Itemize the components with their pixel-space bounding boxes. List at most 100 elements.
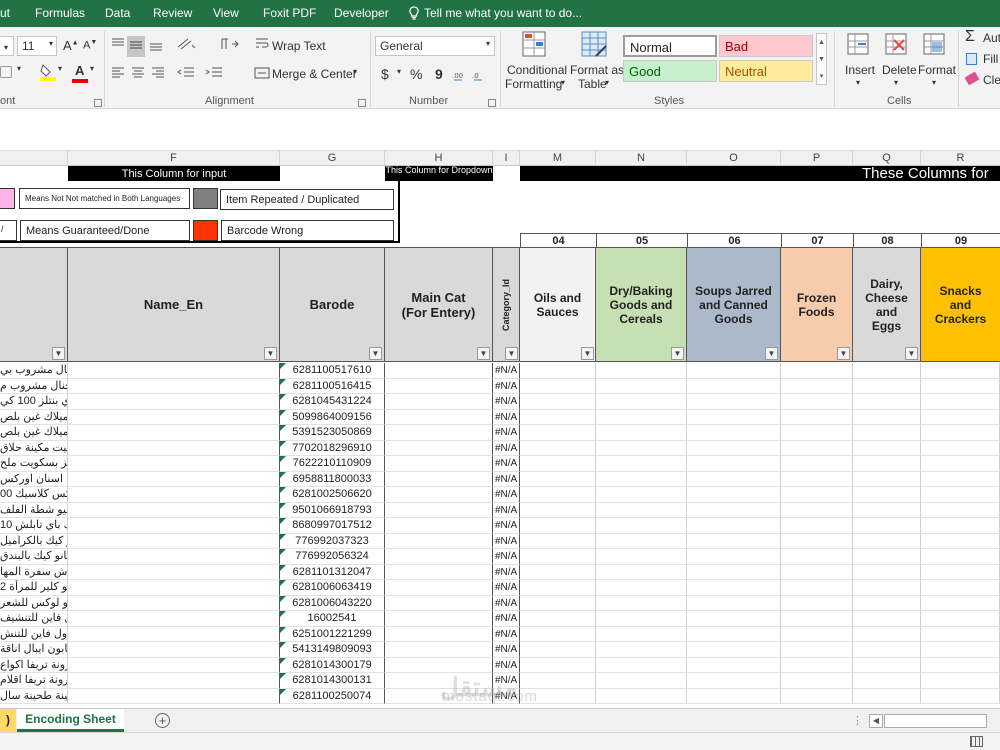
cell-name-en[interactable] [68, 564, 280, 580]
cell-main-cat[interactable] [385, 502, 493, 518]
cell-dairy[interactable] [853, 487, 921, 503]
filter-dropdown-icon[interactable]: ▼ [264, 347, 277, 360]
menu-view[interactable]: View [213, 6, 239, 20]
column-header-p[interactable]: P [781, 151, 853, 166]
font-color-icon[interactable]: A [72, 63, 88, 83]
orientation-icon[interactable] [176, 35, 198, 54]
cell-main-cat[interactable] [385, 595, 493, 611]
percent-button[interactable]: % [410, 66, 422, 82]
cell-name-ar[interactable]: ديليسيو شطة الفلف [0, 502, 68, 518]
cell-barcode[interactable]: 6281045431224 [280, 394, 385, 410]
cell-name-en[interactable] [68, 611, 280, 627]
cell-barcode[interactable]: 6281100517610 [280, 363, 385, 379]
cell-snacks[interactable] [921, 409, 1000, 425]
align-top-icon[interactable] [110, 36, 126, 55]
menu-layout[interactable]: ut [0, 6, 10, 20]
cell-oils[interactable] [520, 471, 596, 487]
cell-dry[interactable] [596, 611, 687, 627]
cell-frozen[interactable] [781, 409, 853, 425]
cell-category-id[interactable]: #N/A [493, 471, 520, 487]
cell-dry[interactable] [596, 688, 687, 704]
cell-main-cat[interactable] [385, 425, 493, 441]
cell-dairy[interactable] [853, 564, 921, 580]
cell-oils[interactable] [520, 642, 596, 658]
cell-dry[interactable] [596, 642, 687, 658]
cell-name-en[interactable] [68, 533, 280, 549]
cell-snacks[interactable] [921, 673, 1000, 689]
cell-name-en[interactable] [68, 595, 280, 611]
cell-oils[interactable] [520, 518, 596, 534]
increase-indent-icon[interactable] [204, 65, 224, 84]
cell-soups[interactable] [687, 549, 781, 565]
autosum-button[interactable]: Aut [983, 31, 1000, 45]
cell-dry[interactable] [596, 378, 687, 394]
column-header-n[interactable]: N [596, 151, 687, 166]
cell-oils[interactable] [520, 657, 596, 673]
rtl-icon[interactable] [214, 37, 240, 54]
cell-frozen[interactable] [781, 533, 853, 549]
cell-main-cat[interactable] [385, 657, 493, 673]
cell-category-id[interactable]: #N/A [493, 394, 520, 410]
cell-frozen[interactable] [781, 363, 853, 379]
cell-main-cat[interactable] [385, 487, 493, 503]
cell-frozen[interactable] [781, 502, 853, 518]
cell-main-cat[interactable] [385, 533, 493, 549]
cell-name-ar[interactable]: شامبو لوكس للشعر [0, 595, 68, 611]
cell-frozen[interactable] [781, 471, 853, 487]
cell-barcode[interactable]: 5099864009156 [280, 409, 385, 425]
cell-barcode[interactable]: 6281006043220 [280, 595, 385, 611]
cell-name-en[interactable] [68, 425, 280, 441]
filter-dropdown-icon[interactable]: ▼ [52, 347, 65, 360]
cell-soups[interactable] [687, 564, 781, 580]
cell-oils[interactable] [520, 409, 596, 425]
cell-dairy[interactable] [853, 549, 921, 565]
cell-frozen[interactable] [781, 549, 853, 565]
cell-main-cat[interactable] [385, 626, 493, 642]
cell-category-id[interactable]: #N/A [493, 611, 520, 627]
cell-dairy[interactable] [853, 409, 921, 425]
cell-dry[interactable] [596, 533, 687, 549]
cell-frozen[interactable] [781, 626, 853, 642]
cell-category-id[interactable]: #N/A [493, 657, 520, 673]
cell-frozen[interactable] [781, 487, 853, 503]
cell-barcode[interactable]: 6281006063419 [280, 580, 385, 596]
cell-oils[interactable] [520, 456, 596, 472]
cell-name-en[interactable] [68, 502, 280, 518]
cell-soups[interactable] [687, 378, 781, 394]
cell-name-ar[interactable]: اورجنال مشروب بي [0, 363, 68, 379]
cell-snacks[interactable] [921, 394, 1000, 410]
cell-category-id[interactable]: #N/A [493, 518, 520, 534]
cell-dairy[interactable] [853, 657, 921, 673]
cell-snacks[interactable] [921, 642, 1000, 658]
cell-snacks[interactable] [921, 440, 1000, 456]
column-header-o[interactable]: O [687, 151, 781, 166]
cell-oils[interactable] [520, 611, 596, 627]
cell-dairy[interactable] [853, 471, 921, 487]
format-button[interactable]: Format [918, 63, 956, 77]
cell-dairy[interactable] [853, 688, 921, 704]
cell-soups[interactable] [687, 502, 781, 518]
filter-dropdown-icon[interactable]: ▼ [671, 347, 684, 360]
sheet-tab-encoding[interactable]: Encoding Sheet [17, 709, 124, 732]
cell-frozen[interactable] [781, 642, 853, 658]
formula-bar[interactable] [0, 109, 1000, 151]
menu-review[interactable]: Review [153, 6, 192, 20]
cell-frozen[interactable] [781, 378, 853, 394]
align-bottom-icon[interactable] [148, 36, 164, 55]
cell-name-ar[interactable]: مكرونة تريفا اكواع [0, 657, 68, 673]
cell-name-ar[interactable]: سيميلاك غين بلص [0, 409, 68, 425]
cell-name-en[interactable] [68, 642, 280, 658]
cell-dairy[interactable] [853, 394, 921, 410]
align-left-icon[interactable] [110, 65, 126, 84]
page-layout-view-icon[interactable] [970, 736, 983, 747]
filter-dropdown-icon[interactable]: ▼ [369, 347, 382, 360]
cell-soups[interactable] [687, 394, 781, 410]
cell-oils[interactable] [520, 533, 596, 549]
cell-barcode[interactable]: 9501066918793 [280, 502, 385, 518]
cell-frozen[interactable] [781, 518, 853, 534]
cell-name-en[interactable] [68, 471, 280, 487]
cell-snacks[interactable] [921, 626, 1000, 642]
align-right-icon[interactable] [150, 65, 166, 84]
number-format-combo[interactable]: General ▾ [375, 36, 495, 56]
cell-dry[interactable] [596, 580, 687, 596]
